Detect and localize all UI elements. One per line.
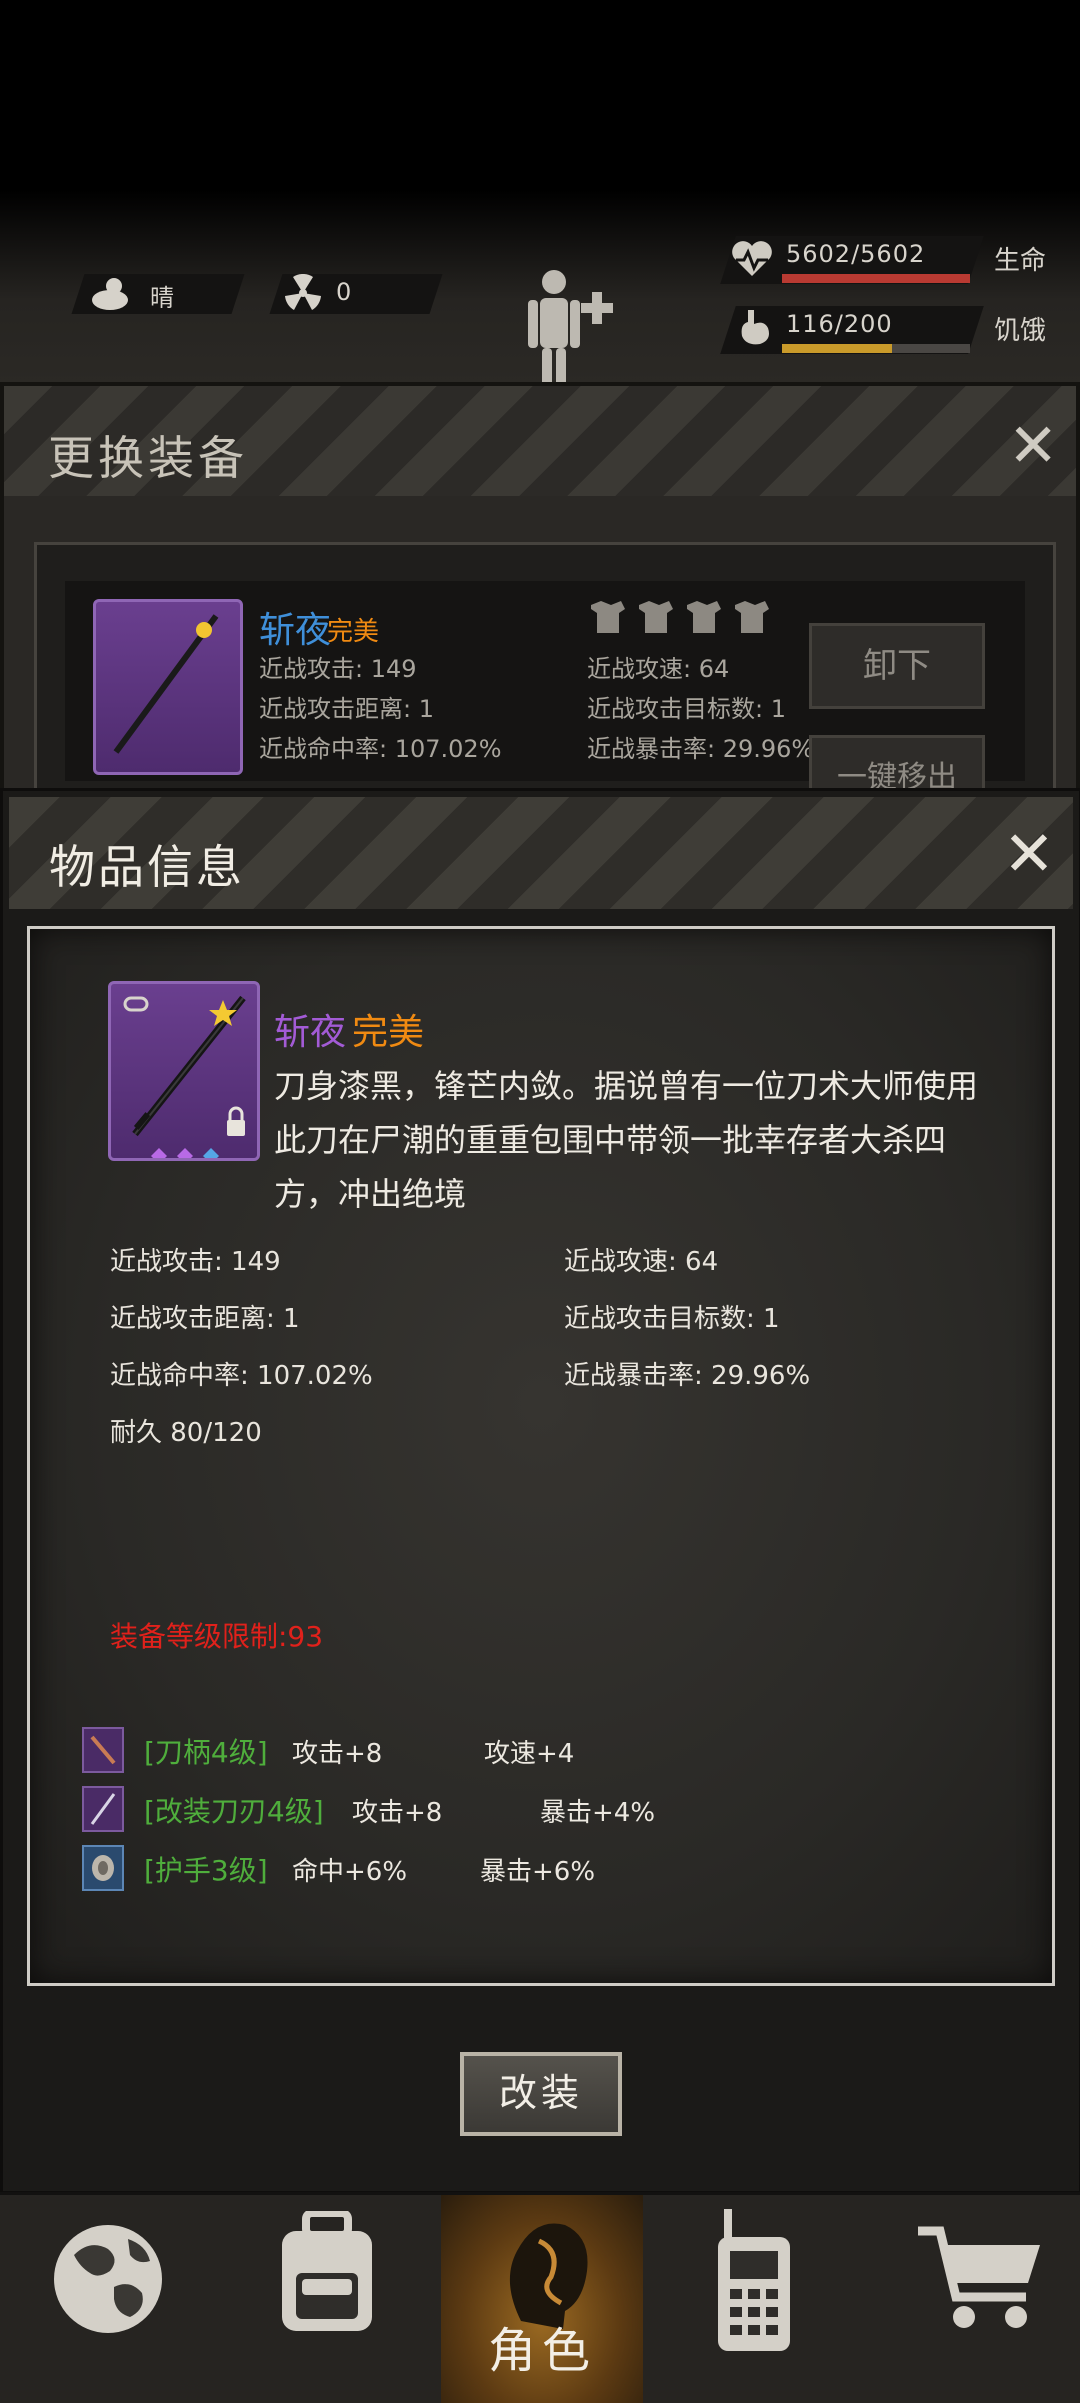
equipped-stat: 近战命中率: 107.02% xyxy=(259,735,502,763)
hp-value: 5602/5602 xyxy=(786,240,926,268)
stat-crit-rate: 近战暴击率: 29.96% xyxy=(564,1361,811,1391)
hunger-value: 116/200 xyxy=(786,310,893,338)
stat-durability: 耐久 80/120 xyxy=(110,1418,262,1448)
radiation-icon xyxy=(285,274,321,310)
hp-bar xyxy=(782,274,970,283)
mod-stat: 命中+6% xyxy=(292,1857,408,1887)
cloud-sun-icon xyxy=(92,278,128,310)
equipped-item-name: 斩夜 xyxy=(259,610,332,651)
stomach-icon xyxy=(741,310,769,345)
item-info-header: 物品信息 ✕ xyxy=(9,797,1073,909)
bottom-nav: 角色 xyxy=(0,2192,1080,2403)
katana-icon xyxy=(123,995,246,1164)
equipped-item-icon[interactable] xyxy=(93,599,243,775)
stat-hit-rate: 近战命中率: 107.02% xyxy=(110,1361,373,1391)
mod-stat: 攻击+8 xyxy=(292,1739,383,1769)
nav-radio[interactable] xyxy=(648,2195,864,2403)
mod-stat: 暴击+6% xyxy=(480,1857,596,1887)
close-icon[interactable]: ✕ xyxy=(1003,823,1055,885)
mod-name: [刀柄4级] xyxy=(144,1736,268,1769)
item-name: 斩夜 xyxy=(274,1012,347,1053)
katana-icon xyxy=(113,614,219,754)
item-description: 刀身漆黑，锋芒内敛。据说曾有一位刀术大师使用此刀在尸潮的重重包围中带领一批幸存者… xyxy=(274,1067,979,1213)
blade-mod-icon xyxy=(82,1786,124,1832)
item-info-panel: 物品信息 ✕ 斩夜 完美 刀身漆黑，锋芒内敛。据说曾有一位刀术大师使用此刀在尸潮… xyxy=(0,788,1080,2194)
equipped-stat: 近战攻击: 149 xyxy=(259,655,417,683)
nav-world[interactable] xyxy=(0,2195,216,2403)
level-requirement: 装备等级限制:93 xyxy=(110,1620,324,1653)
radio-icon xyxy=(718,2209,790,2351)
mod-stat: 攻速+4 xyxy=(484,1739,575,1769)
nav-shop[interactable] xyxy=(864,2195,1080,2403)
stat-range: 近战攻击距离: 1 xyxy=(110,1304,300,1334)
modify-button[interactable]: 改装 xyxy=(460,2052,622,2136)
globe-icon xyxy=(54,2225,162,2333)
unequip-button[interactable]: 卸下 xyxy=(809,623,985,709)
equipped-stat: 近战暴击率: 29.96% xyxy=(587,735,815,763)
hp-label: 生命 xyxy=(994,246,1047,276)
hunger-label: 饥饿 xyxy=(994,316,1047,346)
item-icon xyxy=(108,981,260,1164)
hunger-bar xyxy=(782,344,892,353)
stat-attack-speed: 近战攻速: 64 xyxy=(564,1247,719,1277)
change-equipment-title: 更换装备 xyxy=(48,431,248,485)
status-area: 晴 0 5602/5602 生命 116/200 饥饿 xyxy=(0,0,1080,400)
mod-name: [护手3级] xyxy=(144,1854,268,1887)
nav-backpack[interactable] xyxy=(216,2195,432,2403)
backpack-icon xyxy=(282,2211,372,2331)
close-icon[interactable]: ✕ xyxy=(1008,416,1058,476)
item-quality: 完美 xyxy=(352,1012,425,1053)
change-equipment-header: 更换装备 ✕ xyxy=(4,386,1076,496)
item-info-body: 斩夜 完美 刀身漆黑，锋芒内敛。据说曾有一位刀术大师使用此刀在尸潮的重重包围中带… xyxy=(30,929,1052,1983)
weather-text: 晴 xyxy=(150,284,174,312)
equipped-stat: 近战攻击目标数: 1 xyxy=(587,695,786,723)
item-info-title: 物品信息 xyxy=(49,840,245,894)
equipped-item-quality: 完美 xyxy=(327,617,380,647)
equipped-stat: 近战攻击距离: 1 xyxy=(259,695,434,723)
mod-stat: 攻击+8 xyxy=(352,1798,443,1828)
nav-character[interactable]: 角色 xyxy=(441,2195,643,2403)
shopping-cart-icon xyxy=(918,2226,1040,2328)
mod-stat: 暴击+4% xyxy=(540,1798,656,1828)
heart-icon xyxy=(732,241,772,276)
body-status-icon[interactable] xyxy=(520,268,624,398)
tier-icons xyxy=(591,601,769,633)
guard-mod-icon xyxy=(82,1845,124,1891)
item-info-frame: 斩夜 完美 刀身漆黑，锋芒内敛。据说曾有一位刀术大师使用此刀在尸潮的重重包围中带… xyxy=(27,926,1055,1986)
equipped-stat: 近战攻速: 64 xyxy=(587,655,730,683)
radiation-value: 0 xyxy=(336,278,352,306)
mod-name: [改装刀刃4级] xyxy=(144,1795,324,1828)
stat-targets: 近战攻击目标数: 1 xyxy=(564,1304,780,1334)
handle-mod-icon xyxy=(82,1727,124,1773)
stat-attack: 近战攻击: 149 xyxy=(110,1247,281,1277)
nav-character-label: 角色 xyxy=(487,2323,596,2379)
